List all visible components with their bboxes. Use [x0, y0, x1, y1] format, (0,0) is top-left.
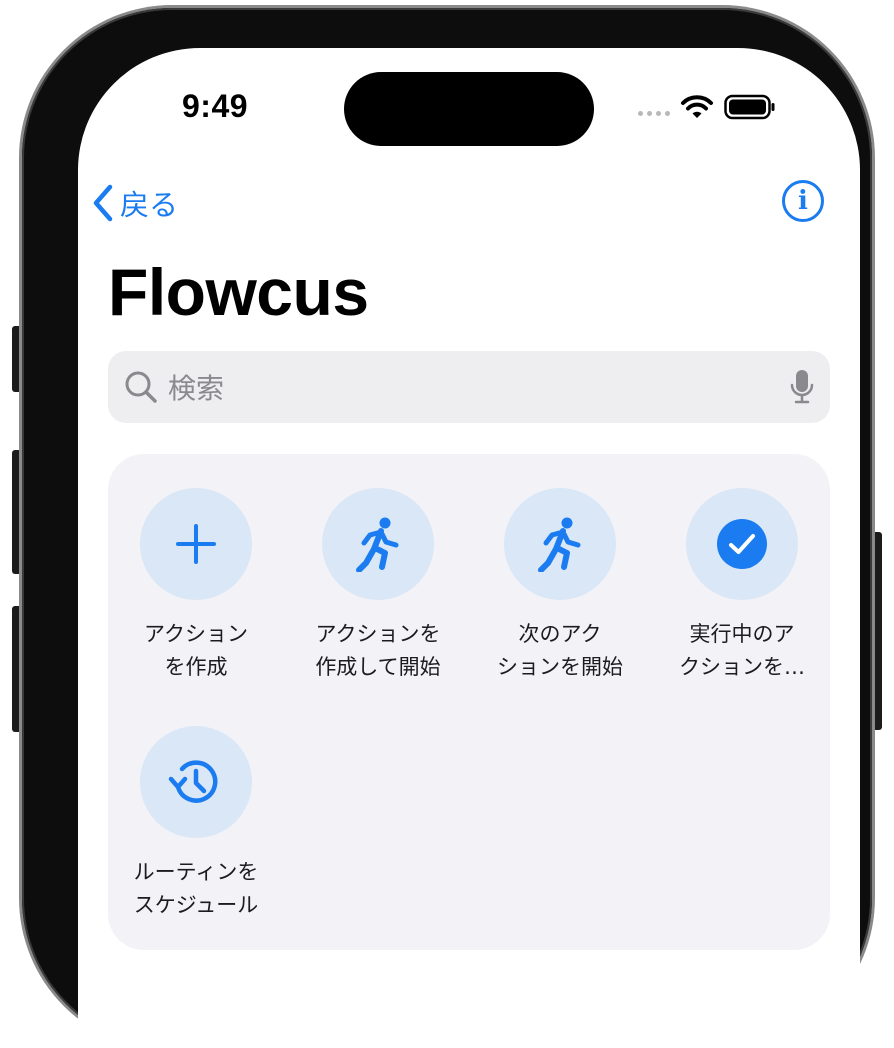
create-and-start-action-button[interactable]: アクションを 作成して開始: [288, 488, 468, 684]
checkmark-circle-icon: [717, 519, 767, 569]
search-input[interactable]: 検索: [168, 367, 790, 407]
schedule-routine-button[interactable]: ルーティンを スケジュール: [106, 726, 286, 922]
action-icon-circle: [322, 488, 434, 600]
action-label: アクションを 作成して開始: [315, 622, 441, 679]
action-label: アクション を作成: [144, 622, 248, 679]
running-figure-icon: [356, 517, 399, 572]
plus-icon: [176, 524, 216, 564]
back-label: 戻る: [120, 188, 179, 222]
battery-icon: [724, 94, 775, 120]
wifi-icon: [681, 95, 713, 118]
volume-down-button: [12, 606, 22, 732]
action-label: 実行中のア クションを…: [679, 622, 805, 679]
chevron-left-icon: [93, 184, 113, 222]
action-icon-circle: [140, 726, 252, 838]
silent-switch: [12, 326, 22, 392]
action-label: 次のアク ションを開始: [497, 622, 623, 679]
actions-card: アクション を作成 アクションを 作成して開始 次のアク ションを開始 実行中の…: [108, 454, 830, 950]
action-icon-circle: [686, 488, 798, 600]
status-time: 9:49: [182, 88, 249, 124]
search-icon: [125, 371, 157, 403]
dynamic-island: [344, 72, 594, 146]
page-title: Flowcus: [108, 255, 369, 329]
microphone-icon: [790, 370, 814, 404]
cellular-signal-icon: [638, 110, 670, 116]
info-icon: i: [798, 186, 808, 216]
action-label: ルーティンを スケジュール: [133, 860, 259, 917]
phone-frame: 9:49 戻る i Flowcus 検索 アクション を作成 アクションを 作成…: [22, 8, 872, 1048]
create-action-button[interactable]: アクション を作成: [106, 488, 286, 684]
action-icon-circle: [140, 488, 252, 600]
back-button[interactable]: 戻る: [92, 182, 178, 224]
info-button[interactable]: i: [782, 180, 824, 222]
volume-up-button: [12, 450, 22, 574]
search-field[interactable]: 検索: [108, 351, 830, 423]
microphone-button[interactable]: [790, 368, 814, 406]
start-next-action-button[interactable]: 次のアク ションを開始: [470, 488, 650, 684]
running-figure-icon: [538, 517, 581, 572]
side-power-button: [872, 532, 882, 730]
phone-screen: 9:49 戻る i Flowcus 検索 アクション を作成 アクションを 作成…: [78, 48, 860, 1048]
status-indicators: [638, 92, 776, 122]
history-clock-icon: [168, 760, 218, 803]
running-action-button[interactable]: 実行中のア クションを…: [652, 488, 832, 684]
action-icon-circle: [504, 488, 616, 600]
